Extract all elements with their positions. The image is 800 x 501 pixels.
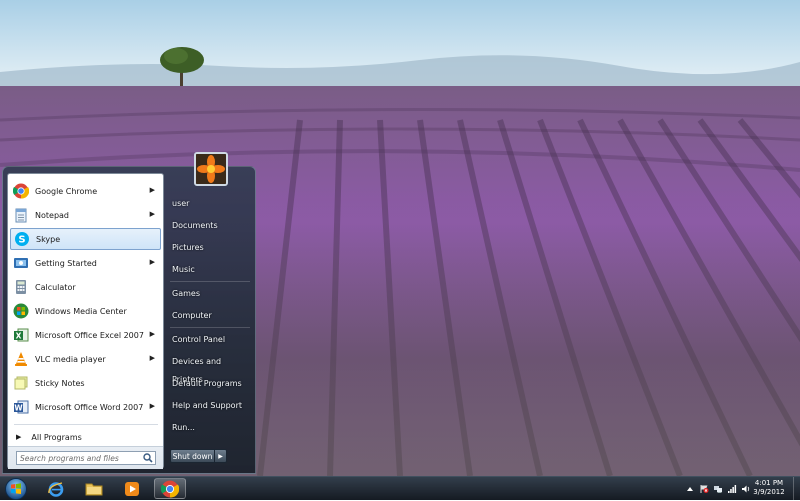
windows-explorer-icon (85, 483, 103, 495)
program-skype[interactable]: S Skype (10, 228, 161, 250)
taskbar-internet-explorer[interactable] (40, 478, 72, 499)
search-bar (8, 446, 163, 469)
chrome-icon (161, 480, 179, 497)
taskbar-clock[interactable]: 4:01 PM 3/9/2012 (745, 479, 793, 497)
link-documents[interactable]: Documents (167, 217, 253, 235)
user-avatar[interactable] (194, 152, 228, 186)
submenu-arrow-icon[interactable]: ▶ (150, 354, 155, 362)
svg-text:X: X (16, 332, 22, 341)
skype-icon: S (15, 232, 29, 246)
start-menu-programs-pane: Google Chrome ▶ Notepad ▶ S Skype Gettin… (7, 173, 164, 469)
sticky-notes-icon (14, 376, 28, 390)
start-menu-places-pane: user Documents Pictures Music Games Comp… (164, 152, 257, 475)
program-label: Sticky Notes (35, 378, 85, 388)
link-music[interactable]: Music (167, 261, 253, 279)
flower-avatar-icon (196, 154, 226, 184)
taskbar-google-chrome[interactable] (154, 478, 186, 499)
link-devices-printers[interactable]: Devices and Printers (167, 353, 253, 384)
program-google-chrome[interactable]: Google Chrome ▶ (10, 180, 161, 202)
shutdown-options-arrow-icon[interactable]: ▶ (215, 449, 227, 463)
link-help-support[interactable]: Help and Support (167, 397, 253, 415)
submenu-arrow-icon[interactable]: ▶ (150, 210, 155, 218)
notepad-icon (15, 208, 27, 223)
divider (14, 424, 158, 425)
submenu-arrow-icon[interactable]: ▶ (150, 402, 155, 410)
all-programs-button[interactable]: ▶ All Programs (10, 428, 161, 446)
media-center-icon (13, 303, 29, 319)
shutdown-group: Shut down ▶ (170, 449, 227, 463)
divider (170, 327, 250, 328)
show-hidden-icons-icon[interactable] (685, 484, 695, 494)
link-run[interactable]: Run... (167, 419, 253, 437)
calculator-icon (16, 280, 26, 294)
clock-date: 3/9/2012 (753, 488, 785, 496)
excel-icon: X (14, 328, 29, 342)
program-label: Microsoft Office Word 2007 (35, 402, 144, 412)
clock-time: 4:01 PM (754, 479, 784, 487)
program-label: Notepad (35, 210, 69, 220)
program-windows-media-center[interactable]: Windows Media Center (10, 300, 161, 322)
signal-strength-icon[interactable] (727, 484, 737, 494)
media-player-icon (125, 481, 139, 496)
program-label: VLC media player (35, 354, 106, 364)
taskbar-windows-explorer[interactable] (78, 478, 110, 499)
triangle-right-icon: ▶ (16, 433, 22, 441)
network-icon[interactable] (713, 484, 723, 494)
show-desktop-button[interactable] (793, 477, 800, 500)
program-label: Skype (36, 234, 61, 244)
program-word-2007[interactable]: W Microsoft Office Word 2007 ▶ (10, 396, 161, 418)
program-vlc[interactable]: VLC media player ▶ (10, 348, 161, 370)
word-icon: W (14, 400, 29, 414)
program-getting-started[interactable]: Getting Started ▶ (10, 252, 161, 274)
submenu-arrow-icon[interactable]: ▶ (150, 186, 155, 194)
program-calculator[interactable]: Calculator (10, 276, 161, 298)
search-input[interactable] (16, 451, 156, 465)
program-label: Getting Started (35, 258, 97, 268)
vlc-icon (15, 352, 27, 366)
program-sticky-notes[interactable]: Sticky Notes (10, 372, 161, 394)
link-games[interactable]: Games (167, 285, 253, 303)
program-excel-2007[interactable]: X Microsoft Office Excel 2007 ▶ (10, 324, 161, 346)
program-label: Calculator (35, 282, 76, 292)
system-tray (685, 480, 751, 498)
link-user[interactable]: user (167, 195, 253, 213)
link-computer[interactable]: Computer (167, 307, 253, 325)
divider (170, 281, 250, 282)
program-label: Windows Media Center (35, 306, 127, 316)
svg-text:W: W (14, 404, 23, 413)
program-label: Microsoft Office Excel 2007 (35, 330, 144, 340)
svg-text:S: S (18, 235, 25, 246)
chrome-icon (13, 183, 29, 199)
start-button[interactable] (3, 477, 29, 501)
link-pictures[interactable]: Pictures (167, 239, 253, 257)
program-notepad[interactable]: Notepad ▶ (10, 204, 161, 226)
taskbar-media-player[interactable] (116, 478, 148, 499)
start-menu: Google Chrome ▶ Notepad ▶ S Skype Gettin… (2, 152, 257, 475)
getting-started-icon (14, 258, 28, 268)
link-default-programs[interactable]: Default Programs (167, 375, 253, 393)
link-control-panel[interactable]: Control Panel (167, 331, 253, 349)
submenu-arrow-icon[interactable]: ▶ (150, 258, 155, 266)
all-programs-label: All Programs (31, 432, 82, 442)
shutdown-button[interactable]: Shut down (170, 449, 215, 463)
program-label: Google Chrome (35, 186, 98, 196)
internet-explorer-icon (48, 481, 64, 497)
search-icon[interactable] (143, 453, 153, 463)
taskbar: 4:01 PM 3/9/2012 (0, 476, 800, 500)
submenu-arrow-icon[interactable]: ▶ (150, 330, 155, 338)
action-center-flag-icon[interactable] (699, 484, 709, 494)
